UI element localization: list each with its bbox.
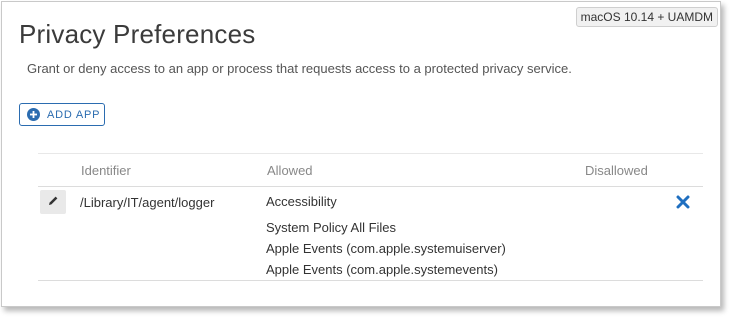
privacy-preferences-panel: macOS 10.14 + UAMDM Privacy Preferences … — [1, 1, 721, 307]
header-allowed: Allowed — [267, 163, 313, 178]
allowed-services: Accessibility System Policy All Files Ap… — [266, 195, 506, 277]
row-identifier: /Library/IT/agent/logger — [80, 195, 215, 210]
privacy-table: Identifier Allowed Disallowed /Library/I… — [38, 153, 703, 281]
plus-circle-icon — [27, 108, 40, 121]
allowed-service: System Policy All Files — [266, 220, 397, 235]
allowed-service: Apple Events (com.apple.systemevents) — [266, 262, 498, 277]
os-requirement-badge: macOS 10.14 + UAMDM — [575, 7, 718, 27]
add-app-button[interactable]: ADD APP — [19, 103, 105, 126]
allowed-service: Accessibility — [266, 194, 337, 209]
table-row: /Library/IT/agent/logger Accessibility S… — [38, 187, 703, 281]
remove-button[interactable] — [676, 195, 690, 209]
page-description: Grant or deny access to an app or proces… — [27, 61, 572, 76]
header-disallowed: Disallowed — [585, 163, 648, 178]
close-x-icon — [676, 195, 690, 213]
table-header: Identifier Allowed Disallowed — [38, 153, 703, 187]
allowed-service: Apple Events (com.apple.systemuiserver) — [266, 241, 506, 256]
page-title: Privacy Preferences — [19, 19, 256, 49]
edit-button[interactable] — [40, 190, 66, 214]
pencil-icon — [48, 193, 59, 211]
add-app-label: ADD APP — [47, 108, 101, 121]
header-identifier: Identifier — [81, 163, 131, 178]
